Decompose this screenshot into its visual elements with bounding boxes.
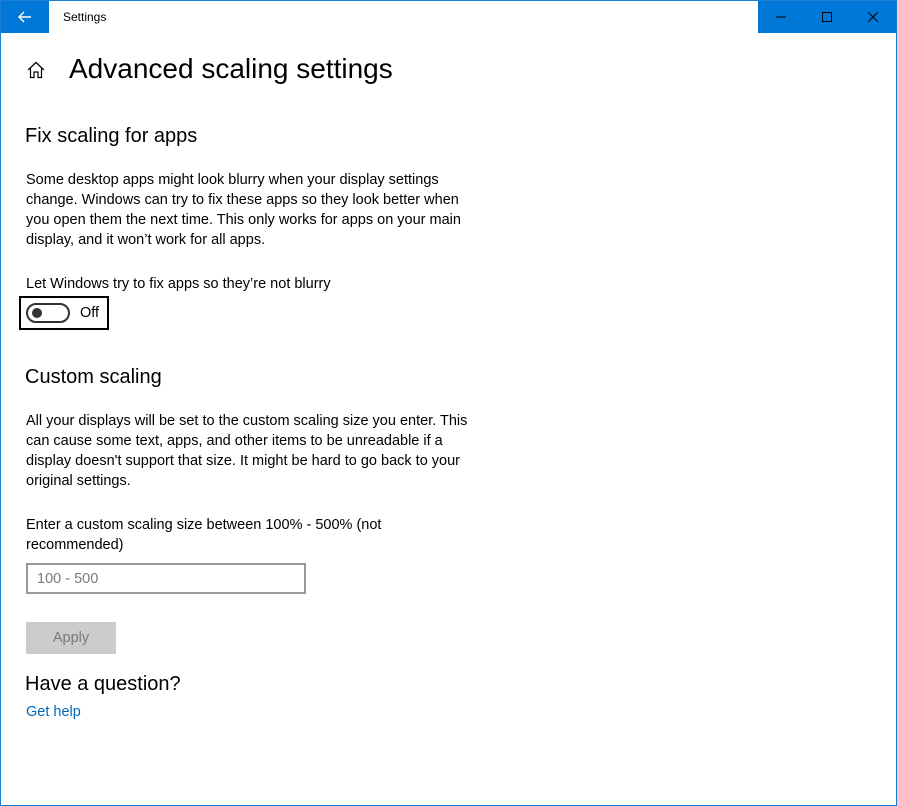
fix-scaling-description: Some desktop apps might look blurry when… [26,172,461,248]
fix-apps-toggle[interactable]: Off [19,296,109,330]
fix-scaling-heading: Fix scaling for apps [25,125,198,147]
toggle-state-label: Off [80,305,100,321]
home-icon [27,61,45,79]
home-button[interactable] [25,59,47,81]
help-heading: Have a question? [25,673,181,695]
toggle-knob [32,308,42,318]
title-bar: Settings [1,1,896,33]
minimize-button[interactable] [758,1,804,33]
apply-button[interactable]: Apply [26,622,116,654]
back-arrow-icon [18,11,31,23]
window-controls [758,1,896,33]
maximize-button[interactable] [804,1,850,33]
window-title: Settings [63,10,107,24]
custom-scaling-input[interactable] [26,563,306,594]
maximize-icon [822,12,832,22]
fix-apps-toggle-label: Let Windows try to fix apps so they’re n… [26,276,331,292]
back-button[interactable] [1,1,49,33]
toggle-track [26,303,70,323]
custom-scaling-heading: Custom scaling [25,366,162,388]
page-header: Advanced scaling settings [25,53,393,84]
page-title: Advanced scaling settings [69,53,393,84]
custom-scaling-input-label: Enter a custom scaling size between 100%… [26,517,382,553]
custom-scaling-description: All your displays will be set to the cus… [26,413,468,489]
get-help-link[interactable]: Get help [26,704,81,720]
close-button[interactable] [850,1,896,33]
settings-window: Settings Advanced scaling settings Fix s… [0,0,897,806]
close-icon [868,12,878,22]
minimize-icon [776,16,786,18]
